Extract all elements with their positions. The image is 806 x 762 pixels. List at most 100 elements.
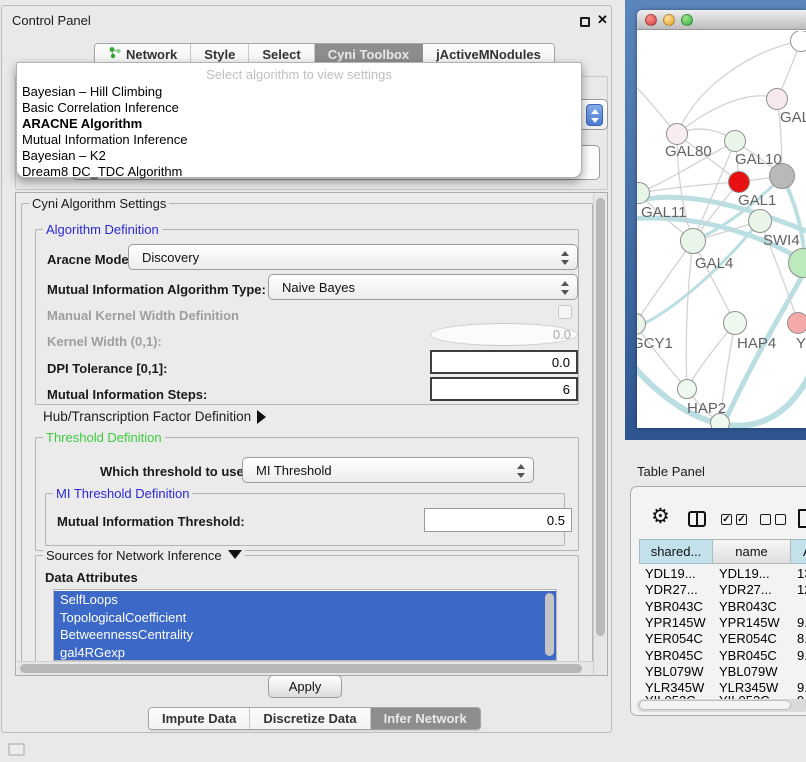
which-threshold-label: Which threshold to use: xyxy=(100,464,248,479)
mi-threshold-group-title: MI Threshold Definition xyxy=(53,486,192,501)
algorithm-option[interactable]: Dream8 DC_TDC Algorithm xyxy=(22,164,576,179)
manual-kernel-label: Manual Kernel Width Definition xyxy=(47,308,239,323)
network-node[interactable] xyxy=(787,312,806,334)
tab-label: Impute Data xyxy=(162,708,236,730)
dpi-tolerance-input[interactable] xyxy=(430,350,578,374)
node-label: GAL1 xyxy=(738,192,776,209)
control-panel-window: Control Panel ✕ Network Style Select Cyn… xyxy=(1,5,612,733)
mi-steps-label: Mutual Information Steps: xyxy=(47,387,207,402)
hub-definition-label: Hub/Transcription Factor Definition xyxy=(43,409,251,424)
split-columns-icon[interactable] xyxy=(688,511,706,527)
network-node[interactable] xyxy=(677,379,697,399)
which-threshold-select[interactable]: MI Threshold xyxy=(242,457,534,483)
attribute-item-selected[interactable]: BetweennessCentrality xyxy=(54,626,556,644)
kernel-width-label: Kernel Width (0,1): xyxy=(47,334,162,349)
table-row[interactable]: YBR045CYBR045C9. xyxy=(639,648,806,664)
network-node[interactable] xyxy=(790,31,806,52)
network-window: GAL GAL80 GAL10 GAL1 GAL11 SWI4 GAL4 GCY… xyxy=(637,10,806,428)
sources-group-title[interactable]: Sources for Network Inference xyxy=(43,548,245,563)
table-row[interactable]: YBL079WYBL079W xyxy=(639,664,806,680)
column-header-name[interactable]: name xyxy=(713,539,791,564)
cyni-bottom-tabstrip: Impute Data Discretize Data Infer Networ… xyxy=(148,707,481,730)
column-header-shared[interactable]: shared... xyxy=(639,539,713,564)
network-node[interactable] xyxy=(748,209,772,233)
table-row[interactable]: YDR27...YDR27...12 xyxy=(639,582,806,598)
file-icon[interactable] xyxy=(798,509,806,528)
network-node[interactable] xyxy=(680,228,706,254)
vertical-scrollbar xyxy=(593,194,606,675)
data-attributes-list: SelfLoops TopologicalCoefficient Between… xyxy=(53,589,557,661)
apply-button[interactable]: Apply xyxy=(268,675,342,698)
algorithm-option[interactable]: Bayesian – K2 xyxy=(22,148,576,163)
checkbox-unchecked-icon[interactable] xyxy=(760,514,771,525)
aracne-mode-value: Discovery xyxy=(142,250,199,265)
close-traffic-light-icon[interactable] xyxy=(645,14,657,26)
desktop: Control Panel ✕ Network Style Select Cyn… xyxy=(0,0,806,762)
threshold-definition-title: Threshold Definition xyxy=(43,430,165,445)
list-scrollbar-thumb[interactable] xyxy=(545,593,554,656)
checkbox-unchecked-icon[interactable] xyxy=(775,514,786,525)
close-icon[interactable]: ✕ xyxy=(597,12,608,28)
tab-impute-data[interactable]: Impute Data xyxy=(149,708,250,729)
hub-definition-expander[interactable]: Hub/Transcription Factor Definition xyxy=(43,409,266,424)
table-row[interactable]: YBR043CYBR043C xyxy=(639,599,806,615)
checkbox-checked-icon[interactable]: ✓ xyxy=(721,514,732,525)
node-label: GAL xyxy=(780,109,806,126)
table-row[interactable]: YDL19...YDL19...13 xyxy=(639,566,806,582)
network-node[interactable] xyxy=(666,123,688,145)
control-panel-title: Control Panel xyxy=(12,13,91,28)
vertical-scrollbar-thumb[interactable] xyxy=(596,198,605,636)
data-attributes-label: Data Attributes xyxy=(45,570,138,585)
attribute-item-selected[interactable]: SelfLoops xyxy=(54,591,556,609)
stepper-icon xyxy=(560,250,569,266)
algorithm-option[interactable]: Mutual Information Inference xyxy=(22,132,576,147)
aracne-mode-select[interactable]: Discovery xyxy=(128,244,578,270)
tab-label: Infer Network xyxy=(384,708,467,730)
attribute-item-selected[interactable]: TopologicalCoefficient xyxy=(54,609,556,627)
mi-type-label: Mutual Information Algorithm Type: xyxy=(47,282,266,297)
network-node[interactable] xyxy=(724,130,746,152)
network-canvas[interactable]: GAL GAL80 GAL10 GAL1 GAL11 SWI4 GAL4 GCY… xyxy=(637,31,806,428)
network-node[interactable] xyxy=(766,88,788,110)
node-label: HAP4 xyxy=(737,335,776,352)
which-threshold-value: MI Threshold xyxy=(256,463,332,478)
zoom-traffic-light-icon[interactable] xyxy=(681,14,693,26)
minimize-traffic-light-icon[interactable] xyxy=(663,14,675,26)
node-label: GAL4 xyxy=(695,255,733,272)
mi-type-value: Naive Bayes xyxy=(282,280,355,295)
node-label: GAL11 xyxy=(641,204,687,221)
kernel-width-input[interactable] xyxy=(430,323,578,346)
network-view-frame: GAL GAL80 GAL10 GAL1 GAL11 SWI4 GAL4 GCY… xyxy=(625,0,806,440)
table-row[interactable]: YPR145WYPR145W9. xyxy=(639,615,806,631)
table-scrollbar-thumb[interactable] xyxy=(639,700,791,710)
column-header-next[interactable]: A xyxy=(791,539,806,564)
dropdown-hint: Select algorithm to view settings xyxy=(17,67,581,82)
cyni-settings-group-title: Cyni Algorithm Settings xyxy=(29,196,169,211)
node-label: GCY1 xyxy=(637,335,673,352)
dock-icon[interactable] xyxy=(8,743,25,756)
aracne-mode-label: Aracne Mode: xyxy=(47,252,133,267)
mi-type-select[interactable]: Naive Bayes xyxy=(268,274,578,300)
network-node-selected[interactable] xyxy=(728,171,750,193)
tab-discretize-data[interactable]: Discretize Data xyxy=(250,708,370,729)
mi-threshold-input[interactable] xyxy=(424,508,572,532)
settings-scroll-panel: Cyni Algorithm Settings Algorithm Defini… xyxy=(15,192,608,676)
checkbox-checked-icon[interactable]: ✓ xyxy=(736,514,747,525)
manual-kernel-checkbox[interactable] xyxy=(558,305,572,319)
float-window-icon[interactable] xyxy=(580,17,590,27)
gear-icon[interactable]: ⚙ xyxy=(651,506,670,527)
algorithm-option[interactable]: Basic Correlation Inference xyxy=(22,100,576,115)
tab-infer-network[interactable]: Infer Network xyxy=(371,708,480,729)
mi-steps-input[interactable] xyxy=(430,377,578,401)
algorithm-option[interactable]: Bayesian – Hill Climbing xyxy=(22,84,576,99)
algorithm-option-selected[interactable]: ARACNE Algorithm xyxy=(22,116,576,131)
sources-title-label: Sources for Network Inference xyxy=(46,548,222,563)
combo-stepper-icon xyxy=(586,104,603,126)
horizontal-scrollbar-thumb[interactable] xyxy=(20,664,582,673)
network-node[interactable] xyxy=(723,311,747,335)
expand-right-icon xyxy=(257,410,266,424)
network-window-titlebar[interactable] xyxy=(637,10,806,30)
attribute-item-selected[interactable]: gal4RGexp xyxy=(54,644,556,662)
algorithm-definition-title: Algorithm Definition xyxy=(43,222,162,237)
table-row[interactable]: YER054CYER054C8. xyxy=(639,631,806,647)
